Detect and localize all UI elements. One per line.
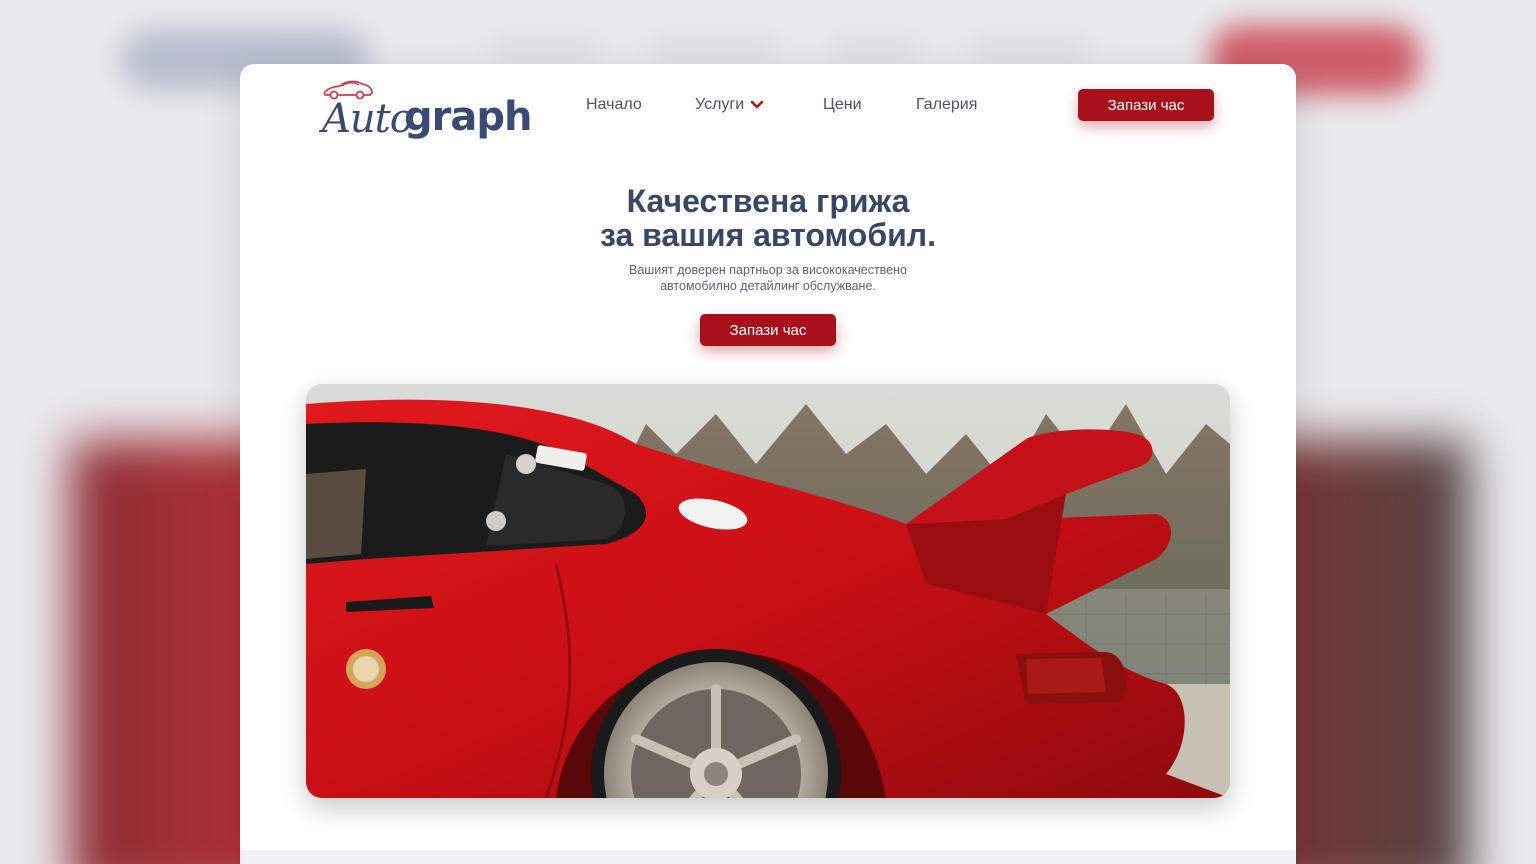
hero-subtitle: Вашият доверен партньор за висококачеств… [240,262,1296,294]
nav-services-label: Услуги [695,96,745,113]
website-card: Auto graph Начало Услуги Цени Галерия За… [240,64,1296,864]
chevron-down-icon [750,100,764,109]
hero-subtitle-line2: автомобилно детайлинг обслужване. [660,279,876,293]
blurred-nav [490,40,600,60]
nav-services[interactable]: Услуги [695,96,764,114]
nav-gallery[interactable]: Галерия [916,96,977,114]
book-appointment-button-header[interactable]: Запази час [1078,89,1214,121]
nav-home[interactable]: Начало [586,96,642,114]
book-appointment-button-hero[interactable]: Запази час [700,314,836,346]
hero-title-line2: за вашия автомобил. [600,217,936,253]
hero-title: Качествена грижа за вашия автомобил. [240,184,1296,252]
blurred-nav [830,40,920,60]
nav-prices[interactable]: Цени [823,96,862,114]
autograph-logo[interactable]: Auto graph [320,78,532,142]
logo-text-auto: Auto [322,96,414,142]
hero-car-image [306,384,1230,798]
logo-text-graph: graph [404,94,532,140]
next-section-edge [240,850,1296,864]
hero-subtitle-line1: Вашият доверен партньор за висококачеств… [628,263,907,277]
blurred-nav [650,40,780,60]
hero-title-line1: Качествена грижа [626,183,910,219]
site-header: Auto graph Начало Услуги Цени Галерия За… [240,64,1296,148]
blurred-nav [970,40,1090,60]
red-sports-car-illustration [306,384,1230,798]
